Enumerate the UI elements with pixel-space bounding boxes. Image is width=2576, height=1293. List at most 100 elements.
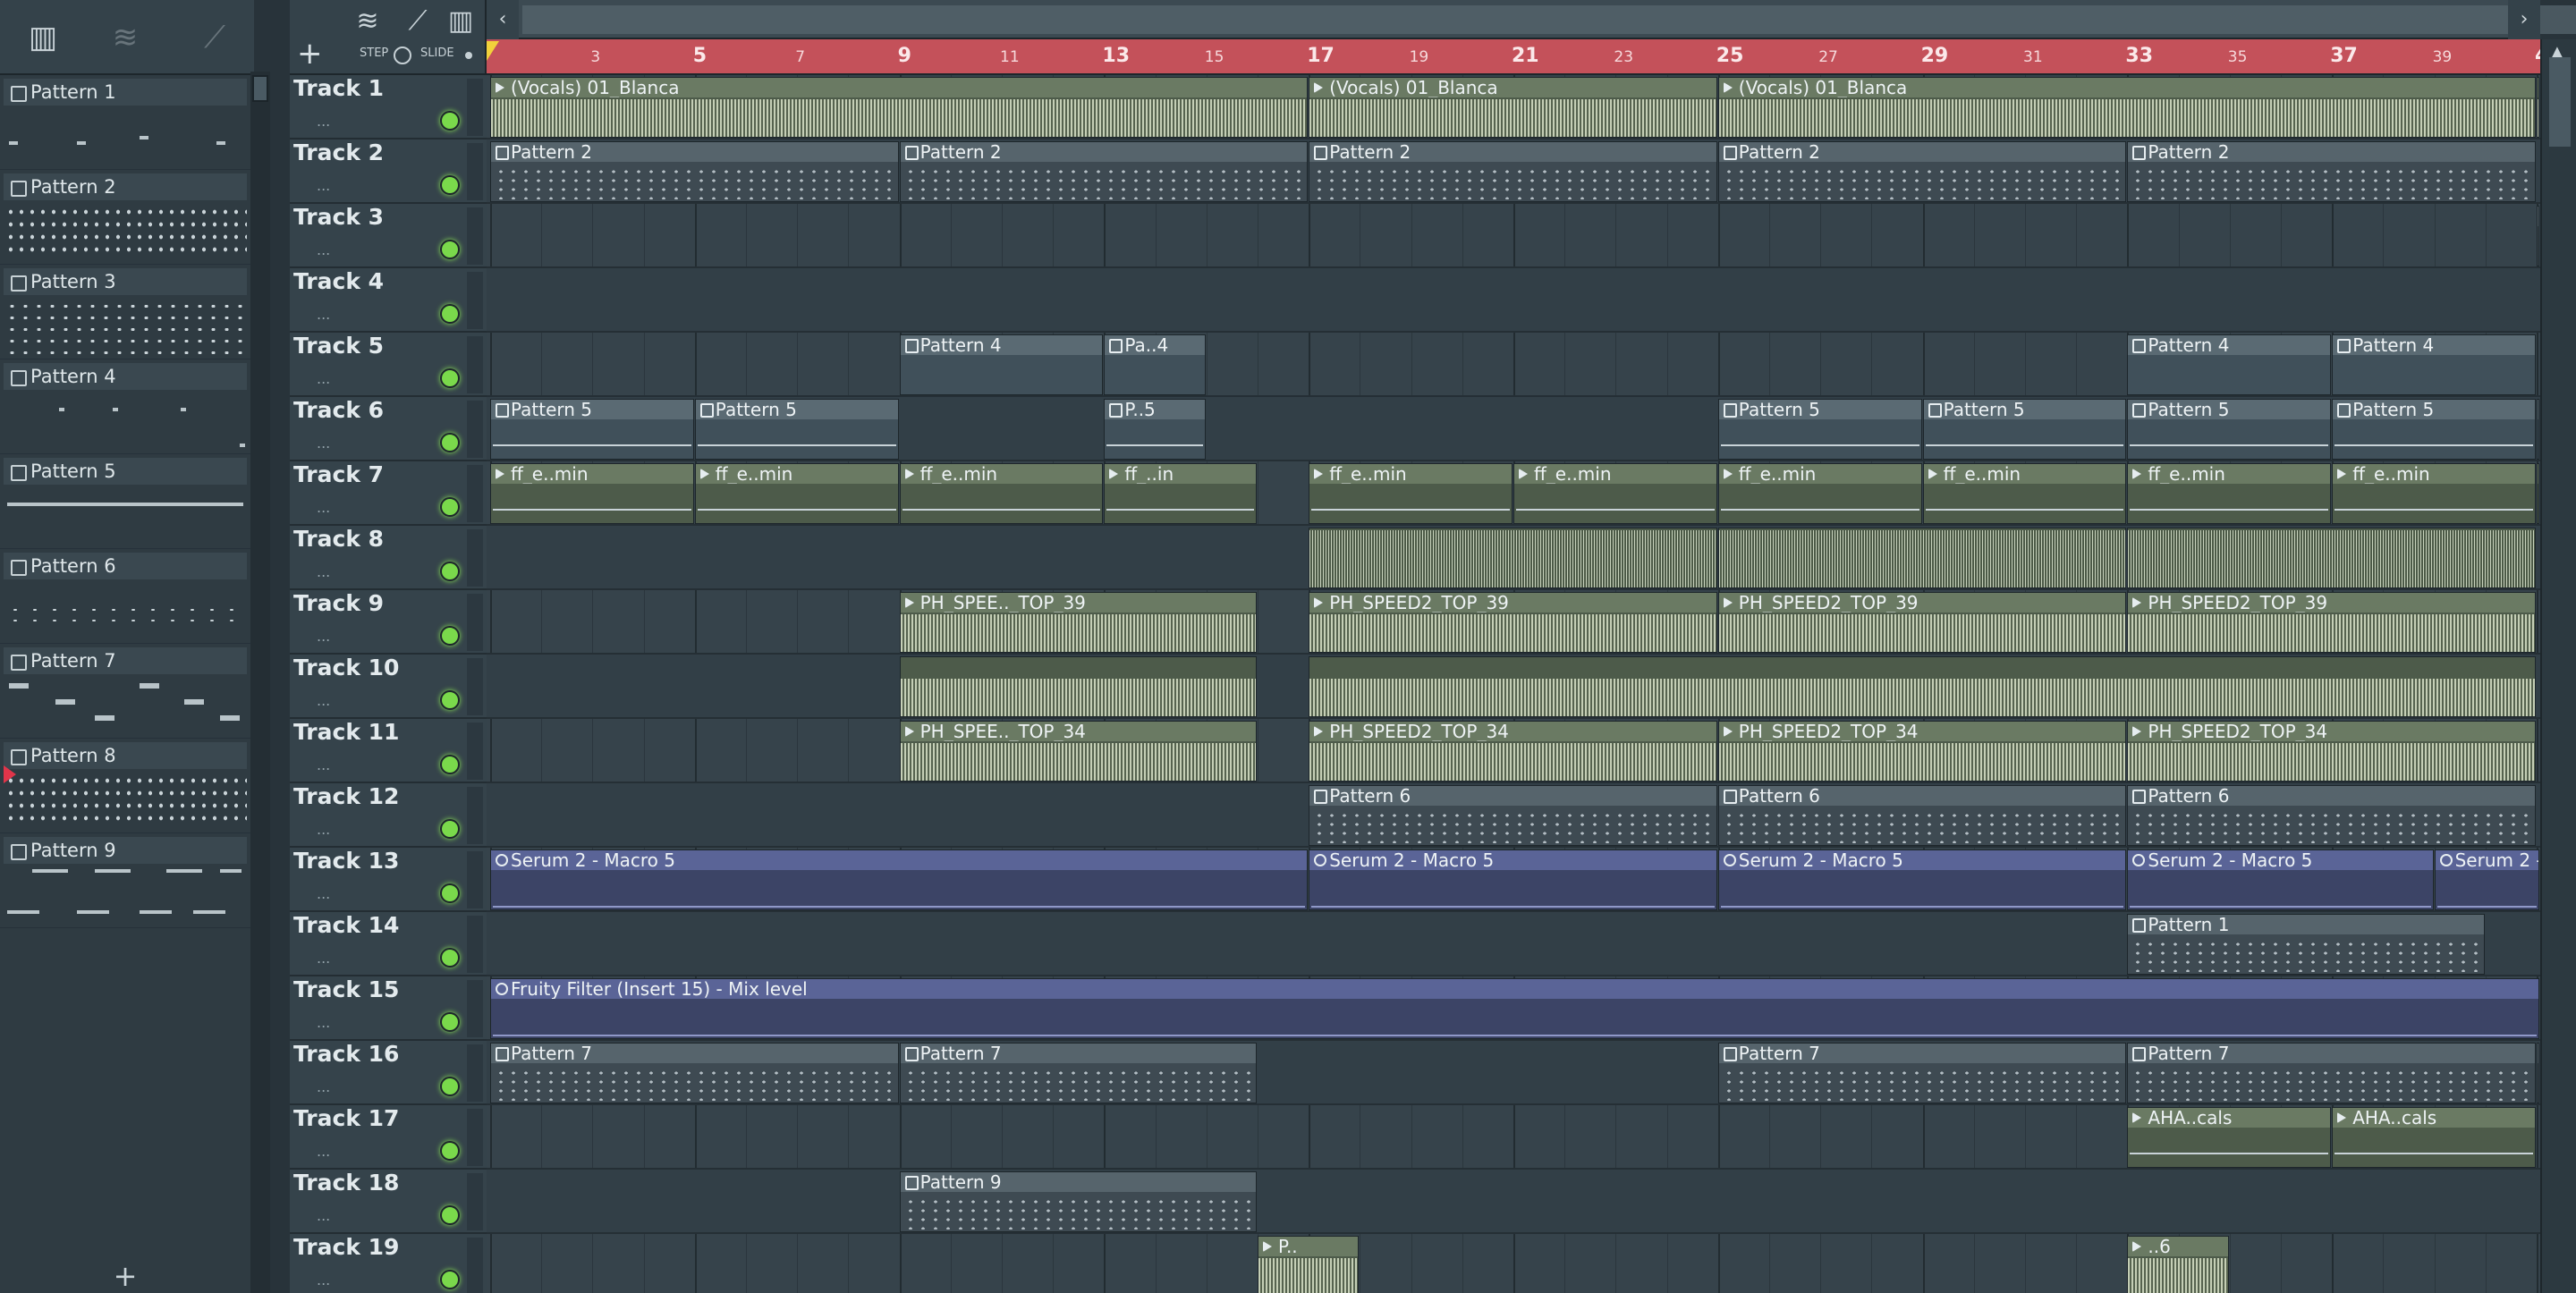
track-options[interactable]: ...	[317, 435, 330, 452]
track-options[interactable]: ...	[317, 692, 330, 709]
pattern-clip[interactable]: Pattern 5	[490, 399, 694, 460]
pattern-clip[interactable]: Pattern 7	[899, 1043, 1257, 1103]
audio-clip[interactable]: ff_e..min	[1717, 463, 1922, 524]
audio-clip[interactable]: ff_e..min	[2332, 463, 2536, 524]
pattern-clip[interactable]: Pattern 3	[2537, 206, 2539, 266]
track-mute-led[interactable]	[440, 690, 460, 710]
track-header-10[interactable]: Track 10...	[290, 655, 487, 719]
track-header-14[interactable]: Track 14...	[290, 912, 487, 976]
track-header-19[interactable]: Track 19...	[290, 1234, 487, 1293]
scroll-left-icon[interactable]: ‹	[487, 0, 519, 39]
automation-icon[interactable]: ⟋	[188, 16, 242, 59]
piano-roll-icon[interactable]: ▥	[16, 16, 70, 59]
pattern-clip[interactable]: Pattern 7	[2537, 1043, 2539, 1103]
track-resize-grip[interactable]	[467, 272, 483, 329]
pattern-clip[interactable]: Pattern 2	[1717, 141, 2127, 202]
automation-clip[interactable]: Serum 2 - Macro 5	[1309, 849, 1717, 910]
track-resize-grip[interactable]	[467, 916, 483, 973]
track-lane-3[interactable]	[487, 204, 2540, 268]
pattern-clip[interactable]: Pattern 7	[2127, 1043, 2536, 1103]
audio-clip[interactable]: ff_e..min	[694, 463, 899, 524]
audio-clip[interactable]: (Vocals) 01_Blanca	[490, 77, 1309, 138]
track-resize-grip[interactable]	[467, 465, 483, 522]
track-header-15[interactable]: Track 15...	[290, 976, 487, 1041]
pattern-clip[interactable]: Pattern 7	[1717, 1043, 2127, 1103]
pattern-clip[interactable]: Pattern 2	[1309, 141, 1717, 202]
track-resize-grip[interactable]	[467, 1173, 483, 1230]
pattern-clip[interactable]: Pattern 5	[1717, 399, 1922, 460]
track-options[interactable]: ...	[317, 177, 330, 194]
track-resize-grip[interactable]	[467, 594, 483, 651]
track-resize-grip[interactable]	[467, 529, 483, 587]
audio-clip[interactable]: PH_SPEE.._TOP_39	[899, 592, 1257, 653]
track-resize-grip[interactable]	[467, 336, 483, 393]
track-resize-grip[interactable]	[467, 851, 483, 908]
track-lane-4[interactable]	[487, 268, 2540, 333]
track-mute-led[interactable]	[440, 1012, 460, 1032]
pattern-clip-icon[interactable]: ▥	[442, 4, 479, 39]
track-options[interactable]: ...	[317, 1272, 330, 1289]
audio-clip-icon[interactable]: ≋	[98, 16, 152, 59]
audio-clip[interactable]: (Vocals) 01_Blanca	[1717, 77, 2536, 138]
track-mute-led[interactable]	[440, 626, 460, 646]
track-options[interactable]: ...	[317, 306, 330, 323]
pattern-clip[interactable]: Pattern 1	[2127, 914, 2485, 975]
track-options[interactable]: ...	[317, 885, 330, 902]
audio-clip[interactable]: PH_SPEE.._TOP_34	[899, 721, 1257, 782]
automation-clip[interactable]: Serum 2 - Macro 5	[490, 849, 1309, 910]
picker-scrollbar[interactable]	[250, 72, 270, 1293]
track-resize-grip[interactable]	[467, 658, 483, 715]
track-mute-led[interactable]	[440, 1077, 460, 1096]
track-header-5[interactable]: Track 5...	[290, 333, 487, 397]
audio-clip[interactable]: PH_SPEED2_TOP_34	[2127, 721, 2536, 782]
track-options[interactable]: ...	[317, 370, 330, 387]
playhead-marker[interactable]	[487, 41, 499, 61]
track-options[interactable]: ...	[317, 628, 330, 645]
pattern-item-8[interactable]: Pattern 8	[0, 739, 254, 833]
track-header-3[interactable]: Track 3...	[290, 204, 487, 268]
audio-clip[interactable]: ff_e..min	[2537, 463, 2539, 524]
track-options[interactable]: ...	[317, 113, 330, 130]
audio-clip[interactable]: PH_SPEED2_TOP_39	[1717, 592, 2127, 653]
automation-clip[interactable]: Serum 2 - Macro 5	[1717, 849, 2127, 910]
track-options[interactable]: ...	[317, 241, 330, 258]
pattern-clip[interactable]: Pattern 5	[694, 399, 899, 460]
automation-clip[interactable]: Serum 2 - Macro 5	[2127, 849, 2434, 910]
track-resize-grip[interactable]	[467, 143, 483, 200]
pattern-clip[interactable]: Pa..4	[1104, 334, 1206, 395]
track-resize-grip[interactable]	[467, 1044, 483, 1102]
automation-clip-icon[interactable]: ⟋	[399, 4, 436, 39]
pattern-item-2[interactable]: Pattern 2	[0, 170, 254, 265]
audio-clip[interactable]: ff_e..min	[899, 463, 1104, 524]
track-mute-led[interactable]	[440, 1205, 460, 1225]
pattern-clip[interactable]: Pattern 6	[1717, 785, 2127, 846]
pattern-clip[interactable]: Pattern 4	[2332, 334, 2536, 395]
automation-clip[interactable]: Serum 2 - Macro 5	[2434, 849, 2539, 910]
track-mute-led[interactable]	[440, 368, 460, 388]
pattern-item-5[interactable]: Pattern 5	[0, 454, 254, 549]
track-header-9[interactable]: Track 9...	[290, 590, 487, 655]
pattern-clip[interactable]: Pattern 7	[490, 1043, 899, 1103]
audio-clip[interactable]: PH_SPEED2_TOP_34	[1309, 721, 1717, 782]
track-mute-led[interactable]	[440, 1141, 460, 1161]
audio-clip[interactable]: PH_SPEED2_TOP_34	[1717, 721, 2127, 782]
track-resize-grip[interactable]	[467, 207, 483, 265]
audio-clip[interactable]: P..	[1258, 1236, 1360, 1293]
timeline-ruler[interactable]: 3579111315171921232527293133353739414345…	[487, 39, 2563, 75]
step-toggle[interactable]	[394, 46, 411, 64]
audio-clip[interactable]: AHA..cals	[2127, 1107, 2332, 1168]
pattern-clip[interactable]: P..5	[1104, 399, 1206, 460]
track-mute-led[interactable]	[440, 240, 460, 259]
track-mute-led[interactable]	[440, 819, 460, 839]
track-resize-grip[interactable]	[467, 1109, 483, 1166]
track-header-18[interactable]: Track 18...	[290, 1170, 487, 1234]
slide-toggle[interactable]	[465, 52, 472, 59]
pattern-clip[interactable]: Pattern 2	[2127, 141, 2536, 202]
track-options[interactable]: ...	[317, 563, 330, 580]
track-options[interactable]: ...	[317, 1014, 330, 1031]
track-mute-led[interactable]	[440, 948, 460, 968]
overview-thumb[interactable]	[522, 5, 2576, 34]
track-mute-led[interactable]	[440, 755, 460, 774]
track-mute-led[interactable]	[440, 883, 460, 903]
playlist-vertical-scrollbar[interactable]: ▲ ▼	[2540, 39, 2576, 1293]
